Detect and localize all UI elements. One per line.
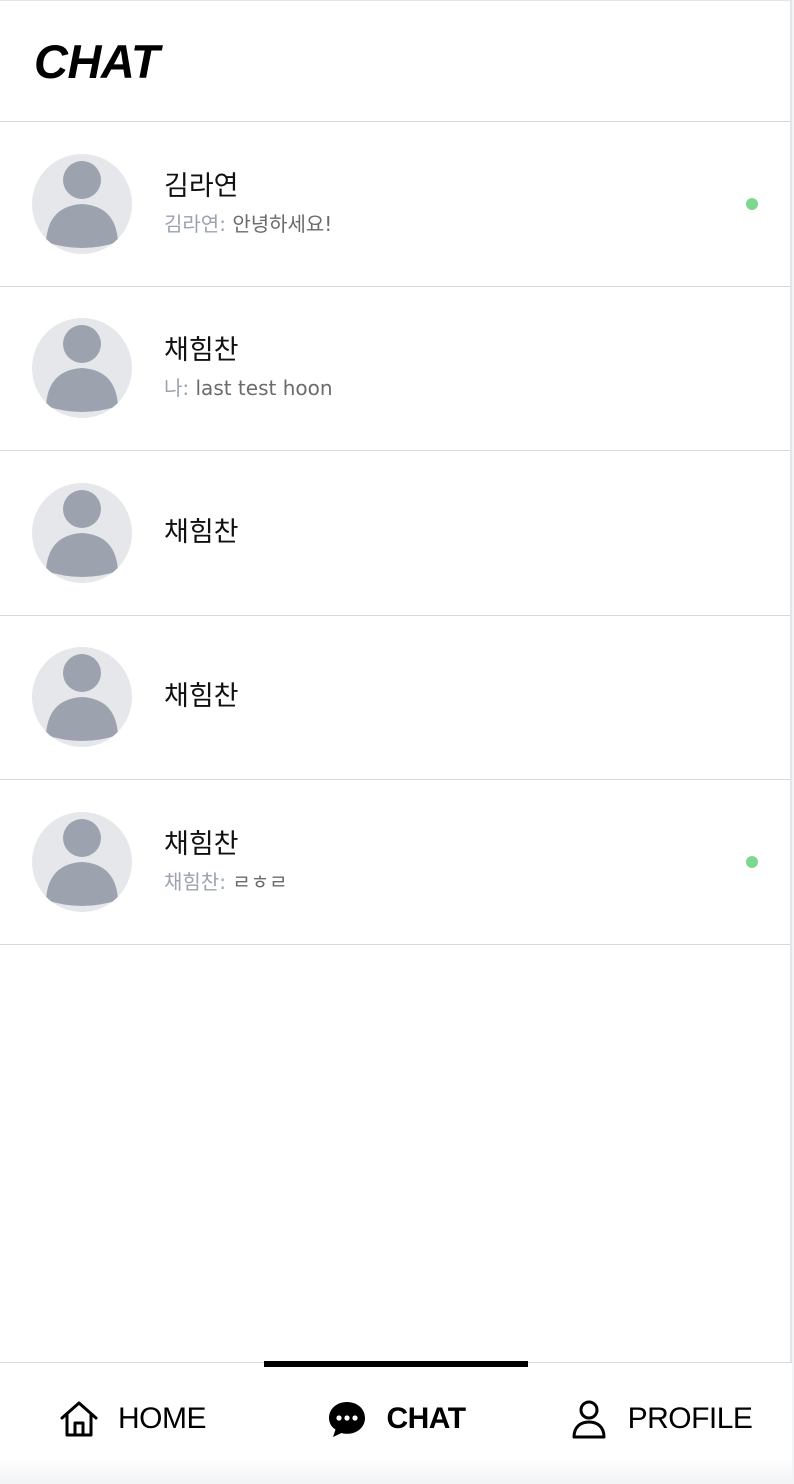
nav-chat[interactable]: CHAT <box>264 1361 528 1475</box>
chat-last-message: 채힘찬: ㄹㅎㄹ <box>164 868 288 896</box>
nav-profile[interactable]: PROFILE <box>528 1363 792 1475</box>
chat-contact-name: 김라연 <box>164 170 239 202</box>
chat-contact-name: 채힘찬 <box>164 335 239 367</box>
chat-contact-name: 채힘찬 <box>164 681 239 713</box>
nav-home-label: HOME <box>118 1402 207 1435</box>
chat-last-message: 나: last test hoon <box>164 374 333 402</box>
chat-list-item[interactable]: 채힘찬 나: last test hoon <box>0 287 790 451</box>
home-icon <box>60 1401 98 1437</box>
chat-message-sender: 채힘찬: <box>164 869 226 894</box>
user-placeholder-icon <box>46 818 118 906</box>
chat-contact-name: 채힘찬 <box>164 516 239 548</box>
chat-list-item[interactable]: 김라연 김라연: 안녕하세요! <box>0 122 790 287</box>
chat-list-item[interactable]: 채힘찬 채힘찬: ㄹㅎㄹ <box>0 780 790 945</box>
chat-list: 김라연 김라연: 안녕하세요! 채힘찬 나: last test hoon 채힘… <box>0 122 790 945</box>
avatar <box>32 318 132 419</box>
chat-message-text: ㄹㅎㄹ <box>232 869 288 894</box>
chat-message-sender: 김라연: <box>164 211 226 236</box>
chat-last-message: 김라연: 안녕하세요! <box>164 210 332 238</box>
nav-home[interactable]: HOME <box>0 1363 264 1475</box>
active-tab-indicator <box>264 1361 528 1367</box>
user-placeholder-icon <box>46 654 118 742</box>
chat-list-item[interactable]: 채힘찬 <box>0 451 790 616</box>
bottom-navigation: HOME CHAT PROFILE <box>0 1361 792 1484</box>
user-placeholder-icon <box>46 160 118 248</box>
app-window: CHAT 김라연 김라연: 안녕하세요! 채힘찬 나: last test ho… <box>0 0 792 1484</box>
chat-bubble-icon <box>329 1402 366 1437</box>
chat-message-text: last test hoon <box>195 376 333 401</box>
online-status-dot <box>746 855 758 868</box>
chat-message-sender: 나: <box>164 376 190 401</box>
online-status-dot <box>746 197 758 210</box>
avatar <box>32 647 132 748</box>
user-icon <box>572 1400 606 1439</box>
chat-list-item[interactable]: 채힘찬 <box>0 616 790 780</box>
user-placeholder-icon <box>46 489 118 577</box>
nav-profile-label: PROFILE <box>627 1402 753 1435</box>
user-placeholder-icon <box>46 325 118 413</box>
nav-chat-label: CHAT <box>386 1402 466 1435</box>
avatar <box>32 153 132 254</box>
chat-message-text: 안녕하세요! <box>232 211 333 236</box>
chat-contact-name: 채힘찬 <box>164 828 239 860</box>
page-header: CHAT <box>0 1 790 122</box>
avatar <box>32 811 132 912</box>
page-title: CHAT <box>34 34 160 88</box>
avatar <box>32 482 132 583</box>
